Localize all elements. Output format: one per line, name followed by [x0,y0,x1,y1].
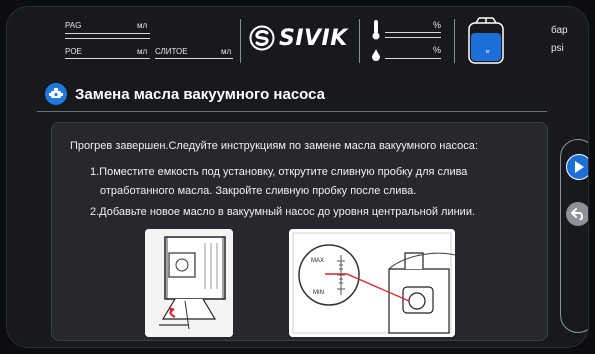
fill-label: СЛИТОЕ [155,47,188,56]
pressure-unit-bar: бар [551,25,568,36]
pump-icon [45,83,67,105]
gauge-min-label: MIN [313,290,324,296]
thermometer-icon [372,20,380,40]
temp-value-line [385,32,441,33]
poe-value-line [65,58,150,59]
pag-label: PAG [65,21,82,30]
sivik-logo-icon [249,25,275,51]
instruction-step-2: 2.Добавьте новое масло в вакуумный насос… [90,206,476,218]
play-icon [575,161,584,173]
gauge-max-label: MAX [311,258,324,264]
pag-value-line [65,33,150,34]
instruction-panel: Прогрев завершен.Следуйте инструкциям по… [51,122,548,341]
instruction-step-1-cont: отработанного масла. Закройте сливную пр… [100,185,417,197]
next-button[interactable] [566,154,588,180]
pag-value-line-2 [65,38,150,39]
pag-unit: мл [137,21,148,30]
refrigerant-tank-icon [468,17,504,64]
back-button[interactable] [566,202,588,226]
oil-level-illustration: MAX MIN [289,229,455,337]
brand-name: SIVIK [279,25,348,51]
title-divider [37,111,547,112]
brand-logo: SIVIK [249,25,348,51]
instruction-intro: Прогрев завершен.Следуйте инструкциям по… [70,140,478,152]
temp-percent: % [433,20,442,30]
humidity-value-line [385,58,441,59]
poe-unit: мл [137,47,148,56]
separator [240,19,241,63]
temp-value-line-2 [385,37,441,38]
poe-label: POE [65,47,82,56]
app-screen: PAG мл POE мл СЛИТОЕ мл SIVIK % % кг бар… [6,6,589,348]
drain-plug-illustration [145,229,233,337]
page-title: Замена масла вакуумного насоса [75,85,326,103]
fill-value-line [155,58,233,59]
instruction-step-1: 1.Поместите емкость под установку, откру… [90,166,468,178]
fill-unit: мл [221,47,232,56]
droplet-icon [372,49,380,61]
side-nav [560,139,588,333]
page-header: Замена масла вакуумного насоса [45,83,325,105]
tank-unit: кг [486,49,491,55]
humidity-percent: % [433,45,442,55]
separator [454,19,455,63]
back-arrow-icon [571,208,584,220]
pressure-unit-psi: psi [551,43,564,54]
status-bar: PAG мл POE мл СЛИТОЕ мл SIVIK % % кг бар… [7,7,588,71]
separator [359,19,360,63]
